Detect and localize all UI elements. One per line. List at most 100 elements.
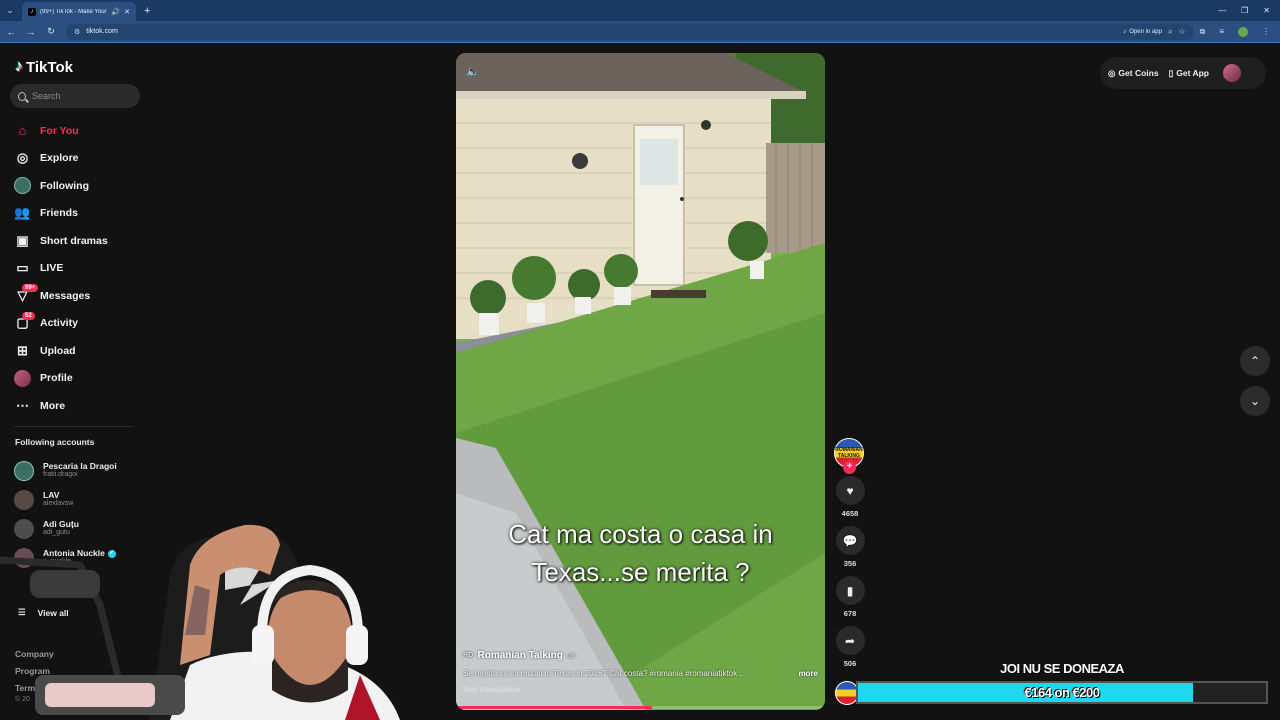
donation-title: JOI NU SE DONEAZA — [1000, 661, 1124, 676]
home-icon: ⌂ — [18, 123, 27, 139]
reload-icon[interactable]: ↻ — [42, 26, 60, 37]
next-video-button[interactable]: ⌄ — [1240, 386, 1270, 416]
search-icon — [18, 91, 26, 101]
like-count: 4658 — [841, 509, 859, 518]
user-avatar[interactable] — [1223, 64, 1242, 82]
live-icon: ▭ — [16, 260, 29, 276]
save-count: 678 — [843, 609, 857, 618]
forward-icon[interactable]: → — [22, 27, 40, 37]
get-coins-button[interactable]: ◎ Get Coins — [1108, 68, 1159, 79]
following-avatar-icon — [14, 177, 31, 195]
video-player[interactable]: 🔈 Cat ma costa o casa in Texas...se meri… — [456, 53, 825, 710]
tab-close-icon[interactable]: ✕ — [124, 8, 130, 16]
extensions-area: ⧉ ≡ ⋮ — [1200, 26, 1270, 37]
activity-badge: 52 — [22, 311, 35, 320]
tiktok-note-icon: ♪ — [15, 58, 23, 75]
more-link[interactable]: more — [798, 669, 818, 678]
nav-explore[interactable]: ◎ Explore — [0, 145, 150, 173]
maximize-icon[interactable]: ❐ — [1241, 6, 1248, 15]
chevron-up-icon: ⌃ — [1249, 354, 1261, 368]
zoom-icon[interactable]: ⌕ — [1168, 27, 1172, 37]
donation-progress-text: €164 on €200 — [1024, 685, 1100, 700]
main-nav: ⌂ For You ◎ Explore Following 👥 Friends … — [0, 117, 150, 420]
see-translation-link[interactable]: See translation — [463, 685, 818, 694]
nav-short-dramas[interactable]: ▣ Short dramas — [0, 227, 150, 255]
video-progress-fill — [456, 706, 652, 709]
creator-avatar[interactable]: ROMANIAN TALKING + — [834, 438, 864, 474]
coin-icon: ◎ — [1108, 67, 1116, 78]
window-close-icon[interactable]: ✕ — [1263, 6, 1270, 15]
volume-icon[interactable]: 🔈 — [466, 65, 480, 78]
share-count: 506 — [843, 659, 857, 668]
tab-title: (99+) TikTok - Make Your Da — [40, 8, 107, 15]
video-progress-bar[interactable] — [456, 706, 825, 709]
following-accounts-title: Following accounts — [15, 437, 95, 447]
phone-icon: ▯ — [1168, 67, 1174, 78]
tiktok-logo[interactable]: ♪ TikTok — [15, 58, 73, 76]
comment-icon[interactable]: 💬 — [835, 526, 865, 555]
like-action: ♥ 4658 — [834, 476, 866, 518]
share-icon[interactable]: ➦ — [835, 626, 865, 655]
get-app-button[interactable]: ▯ Get App — [1169, 68, 1209, 79]
profile-avatar-icon — [14, 369, 31, 387]
nav-following[interactable]: Following — [0, 172, 150, 200]
comment-action: 💬 356 — [834, 526, 866, 568]
video-author[interactable]: RO Romanian Talking us — [463, 650, 818, 661]
webcam-overlay — [0, 515, 410, 720]
follow-plus-icon[interactable]: + — [843, 461, 856, 474]
tab-search-chevron-icon[interactable]: ⌄ — [0, 0, 20, 21]
nav-for-you[interactable]: ⌂ For You — [0, 117, 150, 145]
video-caption: Cat ma costa o casa in Texas...se merita… — [508, 519, 773, 587]
divider — [14, 426, 134, 427]
new-tab-button[interactable]: + — [144, 5, 150, 17]
nav-messages[interactable]: ▽ 99+ Messages — [0, 282, 150, 310]
heart-icon[interactable]: ♥ — [835, 476, 865, 505]
browser-tab-bar: ⌄ ♪ (99+) TikTok - Make Your Da 🔊 ✕ + — … — [0, 0, 1280, 21]
tiktok-favicon-icon: ♪ — [28, 7, 36, 16]
tab-audio-icon[interactable]: 🔊 — [111, 8, 120, 16]
tiktok-small-icon: ♪ — [1123, 28, 1127, 35]
back-icon[interactable]: ← — [2, 27, 20, 37]
save-action: ▮ 678 — [834, 576, 866, 618]
following-account[interactable]: LAV alexlavsw — [14, 485, 144, 514]
url-text: tiktok.com — [86, 28, 118, 35]
bookmark-star-icon[interactable]: ☆ — [1178, 27, 1185, 36]
open-in-app-button[interactable]: ♪ Open in app — [1123, 29, 1162, 35]
nav-upload[interactable]: ⊞ Upload — [0, 337, 150, 365]
compass-icon: ◎ — [16, 150, 29, 166]
avatar — [14, 489, 34, 510]
browser-menu-icon[interactable]: ⋮ — [1262, 27, 1270, 36]
messages-badge: 99+ — [22, 284, 39, 292]
donation-goal-bar: €164 on €200 — [856, 681, 1268, 704]
nav-live[interactable]: ▭ LIVE — [0, 255, 150, 283]
film-icon: ▣ — [16, 232, 29, 248]
browser-toolbar: ← → ↻ ⚙ tiktok.com ♪ Open in app ⌕ ☆ ⧉ ≡… — [0, 21, 1280, 43]
search-input[interactable] — [32, 91, 132, 101]
top-right-actions: ◎ Get Coins ▯ Get App — [1100, 57, 1266, 89]
share-action: ➦ 506 — [834, 626, 866, 668]
site-info-icon[interactable]: ⚙ — [74, 28, 80, 36]
nav-profile[interactable]: Profile — [0, 365, 150, 393]
address-bar[interactable]: ⚙ tiktok.com ♪ Open in app ⌕ ☆ — [66, 23, 1194, 40]
browser-profile-icon[interactable] — [1238, 26, 1248, 37]
search-box[interactable] — [10, 84, 140, 108]
chevron-down-icon: ⌄ — [1249, 394, 1261, 408]
friends-icon: 👥 — [14, 205, 31, 221]
nav-friends[interactable]: 👥 Friends — [0, 200, 150, 228]
nav-activity[interactable]: ▢ 52 Activity — [0, 310, 150, 338]
following-account[interactable]: Pescaria la Dragoi fratii.dragoi — [14, 456, 144, 485]
bookmark-icon[interactable]: ▮ — [835, 576, 865, 605]
nav-more[interactable]: ⋯ More — [0, 392, 150, 420]
video-frame — [456, 53, 825, 710]
minimize-icon[interactable]: — — [1218, 6, 1226, 15]
upload-icon: ⊞ — [17, 342, 28, 358]
window-controls: — ❐ ✕ — [1218, 0, 1280, 21]
browser-tab-tiktok[interactable]: ♪ (99+) TikTok - Make Your Da 🔊 ✕ — [22, 2, 136, 21]
avatar — [14, 460, 34, 481]
previous-video-button[interactable]: ⌃ — [1240, 346, 1270, 376]
video-description: Se merita sa va mutati in Texas in 2026?… — [463, 669, 818, 678]
video-actions: ROMANIAN TALKING + ♥ 4658 💬 356 ▮ 678 ➦ … — [834, 438, 866, 668]
extensions-icon[interactable]: ⧉ — [1200, 27, 1206, 37]
media-icon[interactable]: ≡ — [1219, 27, 1224, 36]
video-meta: RO Romanian Talking us Se merita sa va m… — [463, 650, 818, 694]
